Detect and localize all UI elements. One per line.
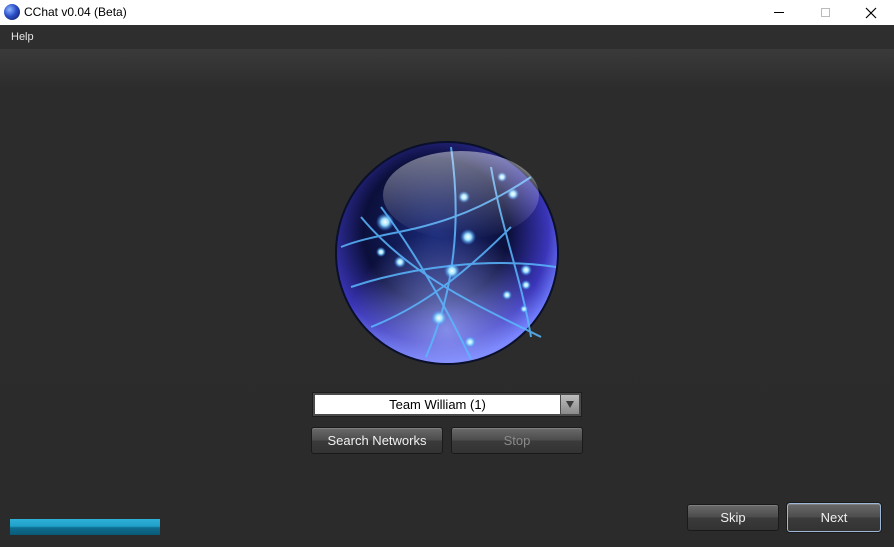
progress-bar [10, 519, 160, 535]
network-globe-icon [335, 141, 559, 365]
network-select[interactable]: Team William (1) [312, 392, 582, 417]
skip-button[interactable]: Skip [687, 504, 779, 531]
maximize-icon [820, 8, 830, 17]
next-button[interactable]: Next [787, 503, 881, 532]
title-bar: CChat v0.04 (Beta) [0, 0, 894, 25]
close-button[interactable] [848, 0, 894, 25]
window-title: CChat v0.04 (Beta) [24, 5, 127, 19]
dropdown-toggle[interactable] [561, 395, 579, 414]
app-globe-icon [4, 4, 20, 20]
minimize-icon [774, 12, 784, 13]
progress-fill [10, 519, 160, 535]
main-panel: Team William (1) Search Networks Stop Sk… [0, 49, 894, 547]
chevron-down-icon [566, 401, 574, 408]
maximize-button[interactable] [802, 0, 848, 25]
search-networks-button[interactable]: Search Networks [311, 427, 443, 454]
menu-item-help[interactable]: Help [11, 31, 34, 43]
menu-bar: Help [0, 25, 894, 49]
close-icon [865, 7, 877, 18]
stop-button[interactable]: Stop [451, 427, 583, 454]
network-select-value[interactable]: Team William (1) [315, 395, 560, 414]
minimize-button[interactable] [756, 0, 802, 25]
